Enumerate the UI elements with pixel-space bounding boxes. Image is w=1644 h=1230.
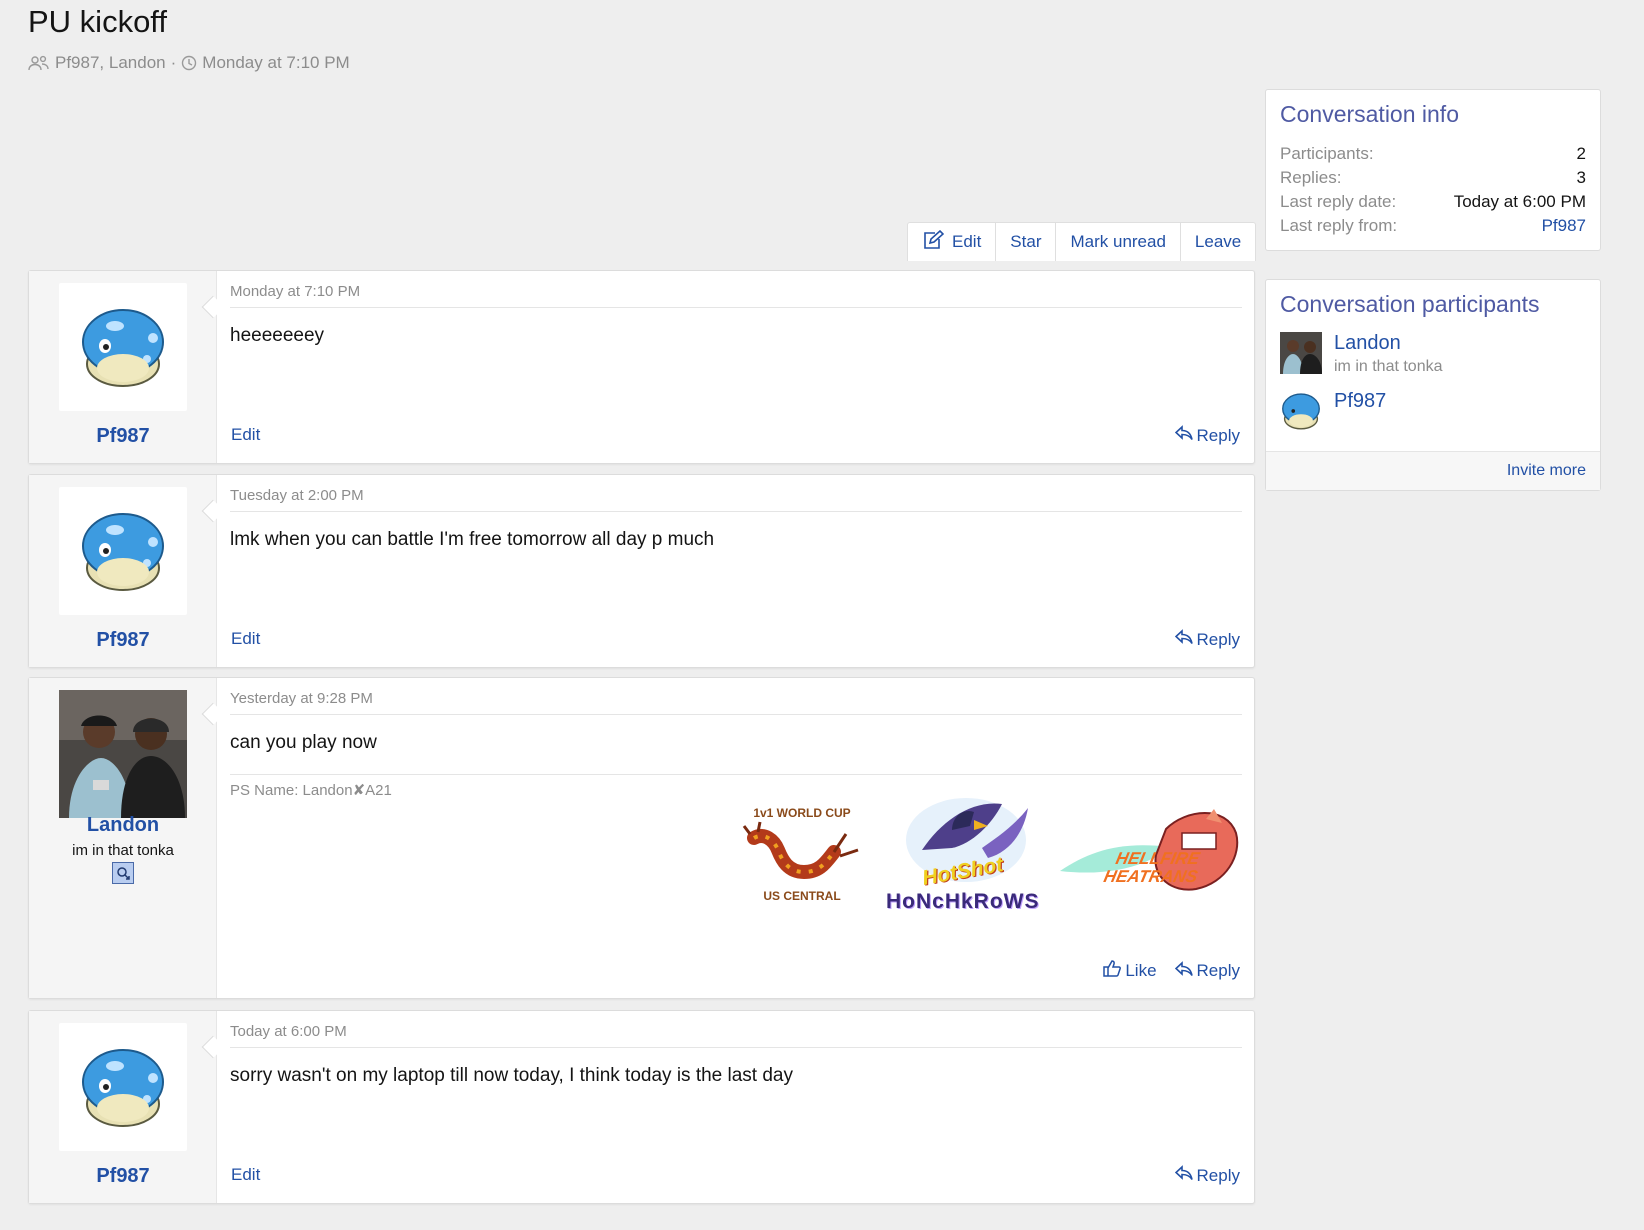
reply-label: Reply <box>1196 425 1240 445</box>
reply-label: Reply <box>1196 629 1240 649</box>
reply-label: Reply <box>1196 961 1240 980</box>
message-actions: Reply <box>1174 1165 1240 1186</box>
info-label: Last reply from: <box>1280 216 1398 235</box>
info-row-last-reply-from: Last reply from: Pf987 <box>1266 214 1600 238</box>
message-body: heeeeeeey <box>230 325 325 346</box>
message-username[interactable]: Pf987 <box>29 1165 217 1188</box>
reply-icon <box>1174 960 1193 982</box>
leave-button[interactable]: Leave <box>1181 223 1255 261</box>
message-date[interactable]: Monday at 7:10 PM <box>230 283 1242 308</box>
page-title: PU kickoff <box>28 4 167 39</box>
edit-message-link[interactable]: Edit <box>231 1165 260 1185</box>
message-username[interactable]: Pf987 <box>29 425 217 448</box>
reply-button[interactable]: Reply <box>1174 960 1240 982</box>
message-user-column: Pf987 <box>29 271 217 463</box>
heatrans-line2: HEATRANS <box>1102 867 1200 886</box>
message-body: sorry wasn't on my laptop till now today… <box>230 1065 793 1086</box>
meta-separator: · <box>170 53 177 72</box>
reply-icon <box>1174 1165 1193 1186</box>
message-actions: Reply <box>1174 629 1240 650</box>
message: Pf987 Tuesday at 2:00 PM lmk when you ca… <box>28 474 1255 668</box>
participants-names[interactable]: Pf987, Landon <box>55 53 166 73</box>
world-cup-banner[interactable]: 1v1 WORLD CUP US CENTRAL <box>740 806 864 903</box>
reply-button[interactable]: Reply <box>1174 629 1240 650</box>
reply-icon <box>1174 425 1193 446</box>
info-label: Participants: <box>1280 144 1374 163</box>
participant-avatar[interactable] <box>1280 390 1322 432</box>
world-cup-bottom-text: US CENTRAL <box>763 888 841 903</box>
reply-label: Reply <box>1196 1165 1240 1185</box>
clock-icon <box>181 55 197 71</box>
message-user-column: Pf987 <box>29 1011 217 1203</box>
info-row-participants: Participants: 2 <box>1266 142 1600 166</box>
avatar[interactable] <box>59 1023 187 1151</box>
info-row-replies: Replies: 3 <box>1266 166 1600 190</box>
honchkrows-line2: HoNcHkRoWS <box>886 890 1040 913</box>
edit-icon <box>922 229 945 255</box>
message: Pf987 Monday at 7:10 PM heeeeeeey Edit R… <box>28 270 1255 464</box>
avatar[interactable] <box>59 690 187 818</box>
reply-icon <box>1174 629 1193 650</box>
info-value: 3 <box>1576 168 1586 187</box>
info-row-last-reply-date: Last reply date: Today at 6:00 PM <box>1266 190 1600 214</box>
invite-more-footer: Invite more <box>1266 451 1600 490</box>
participant-avatar[interactable] <box>1280 332 1322 374</box>
heatrans-line1: HELLFIRE <box>1114 849 1202 868</box>
info-value: 2 <box>1576 144 1586 163</box>
participant-item[interactable]: Landon im in that tonka <box>1266 332 1600 376</box>
message-username[interactable]: Landon <box>29 814 217 837</box>
conversation-toolbar: Edit Star Mark unread Leave <box>907 222 1257 261</box>
conversation-meta: Pf987, Landon · Monday at 7:10 PM <box>28 53 350 73</box>
world-cup-top-text: 1v1 WORLD CUP <box>753 805 851 820</box>
message: Pf987 Today at 6:00 PM sorry wasn't on m… <box>28 1010 1255 1204</box>
like-icon <box>1103 960 1122 982</box>
info-label: Replies: <box>1280 168 1342 187</box>
message-date[interactable]: Yesterday at 9:28 PM <box>230 690 1242 715</box>
like-label: Like <box>1125 961 1157 980</box>
gender-icon <box>112 862 134 884</box>
edit-conversation-button[interactable]: Edit <box>908 223 997 261</box>
participants-icon <box>28 55 50 71</box>
info-label: Last reply date: <box>1280 192 1397 211</box>
signature-text: PS Name: Landon✘A21 <box>230 782 392 799</box>
edit-message-link[interactable]: Edit <box>231 629 260 649</box>
participants-title: Conversation participants <box>1280 291 1540 317</box>
reply-button[interactable]: Reply <box>1174 1165 1240 1186</box>
message-user-column: Pf987 <box>29 475 217 667</box>
conversation-info-panel: Conversation info Participants: 2 Replie… <box>1265 89 1601 251</box>
edit-label: Edit <box>952 232 982 251</box>
message-body: lmk when you can battle I'm free tomorro… <box>230 529 715 550</box>
message-actions: Like Reply <box>1103 960 1240 982</box>
message-body: can you play now <box>230 732 377 753</box>
message-date[interactable]: Tuesday at 2:00 PM <box>230 487 1242 512</box>
message-username[interactable]: Pf987 <box>29 629 217 652</box>
hotshot-honchkrows-banner[interactable]: HotShot HoNcHkRoWS <box>882 790 1040 918</box>
signature-banners: 1v1 WORLD CUP US CENTRAL HotShot HoNcHkR… <box>740 790 1240 918</box>
message: Landon im in that tonka Yesterday at 9:2… <box>28 677 1255 999</box>
invite-more-link[interactable]: Invite more <box>1507 462 1586 479</box>
user-title: im in that tonka <box>72 842 174 859</box>
start-date: Monday at 7:10 PM <box>202 53 350 72</box>
message-actions: Reply <box>1174 425 1240 446</box>
info-value[interactable]: Today at 6:00 PM <box>1454 190 1586 214</box>
star-button[interactable]: Star <box>996 223 1057 261</box>
participant-name[interactable]: Pf987 <box>1334 390 1386 413</box>
participant-name[interactable]: Landon <box>1334 332 1443 355</box>
reply-button[interactable]: Reply <box>1174 425 1240 446</box>
edit-message-link[interactable]: Edit <box>231 425 260 445</box>
message-user-column: Landon im in that tonka <box>29 678 217 998</box>
like-button[interactable]: Like <box>1103 960 1157 982</box>
conversation-participants-panel: Conversation participants Landon im in t… <box>1265 279 1601 491</box>
last-reply-user-link[interactable]: Pf987 <box>1542 214 1586 238</box>
hellfire-heatrans-banner[interactable]: HELLFIRE HEATRANS <box>1056 799 1240 909</box>
conversation-page: PU kickoff Pf987, Landon · Monday at 7:1… <box>0 0 1644 1230</box>
participant-item[interactable]: Pf987 <box>1266 390 1600 432</box>
conversation-info-title: Conversation info <box>1280 101 1459 127</box>
mark-unread-button[interactable]: Mark unread <box>1056 223 1181 261</box>
avatar[interactable] <box>59 487 187 615</box>
avatar[interactable] <box>59 283 187 411</box>
message-date[interactable]: Today at 6:00 PM <box>230 1023 1242 1048</box>
participant-title: im in that tonka <box>1334 358 1443 375</box>
